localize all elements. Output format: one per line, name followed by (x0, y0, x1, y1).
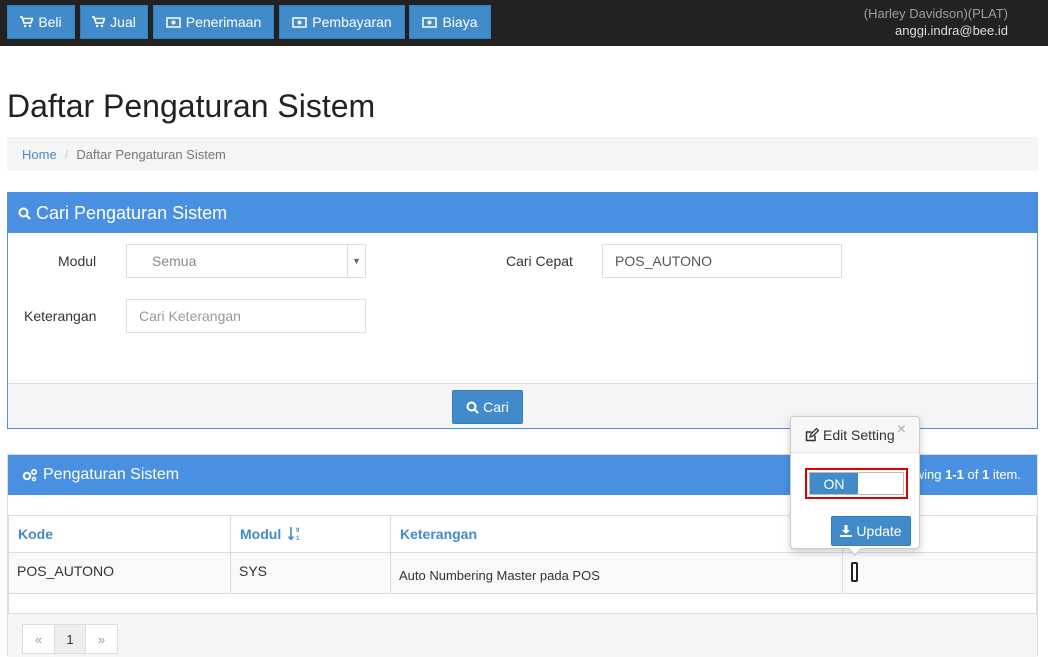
cari-button[interactable]: Cari (452, 390, 523, 424)
svg-text:1: 1 (296, 536, 300, 541)
biaya-label: Biaya (442, 14, 478, 30)
search-icon (18, 207, 31, 220)
money-icon (422, 16, 438, 28)
keterangan-input[interactable]: Cari Keterangan (126, 299, 366, 333)
modul-select[interactable]: Semua ▼ (126, 244, 366, 278)
table-row: POS_AUTONO SYS Auto Numbering Master pad… (8, 552, 1037, 594)
setting-toggle[interactable]: ON (809, 472, 904, 495)
update-button-label: Update (856, 523, 902, 539)
modul-label: Modul (58, 253, 97, 269)
company-name: (Harley Davidson)(PLAT) (863, 6, 1008, 21)
edit-icon (805, 427, 819, 441)
table-row-spacer (8, 593, 1037, 614)
summary-suffix: item. (989, 467, 1021, 482)
cell-action (842, 552, 1037, 594)
cart-icon (92, 16, 106, 28)
summary-range: 1-1 (945, 467, 964, 482)
sort-numeric-icon: 91 (288, 527, 300, 542)
pagination-prev[interactable]: « (22, 624, 55, 654)
biaya-button[interactable]: Biaya (409, 5, 491, 39)
pagination: « 1 » (22, 624, 118, 654)
breadcrumb-home-link[interactable]: Home (22, 147, 57, 162)
cari-cepat-input[interactable]: POS_AUTONO (602, 244, 842, 278)
money-icon (292, 16, 308, 28)
pagination-next[interactable]: » (85, 624, 118, 654)
edit-setting-trigger-icon[interactable] (851, 562, 858, 582)
toggle-highlight: ON (805, 468, 908, 499)
search-panel-title: Cari Pengaturan Sistem (36, 202, 228, 223)
gears-icon (22, 468, 38, 482)
cell-keterangan: Auto Numbering Master pada POS (390, 552, 843, 594)
beli-label: Beli (38, 14, 62, 30)
summary-of: of (963, 467, 982, 482)
cell-modul: SYS (230, 552, 391, 594)
user-info[interactable]: (Harley Davidson)(PLAT) anggi.indra@bee.… (864, 5, 1008, 39)
toggle-on-label: ON (810, 473, 858, 494)
close-icon[interactable]: × (897, 421, 906, 439)
search-panel: Cari Pengaturan Sistem Modul Semua ▼ Car… (7, 192, 1038, 429)
penerimaan-label: Penerimaan (185, 14, 262, 30)
update-button[interactable]: Update (831, 516, 911, 546)
popover-arrow (847, 547, 863, 556)
column-header-keterangan[interactable]: Keterangan (390, 515, 843, 553)
modul-select-value: Semua (152, 253, 197, 269)
svg-text:9: 9 (296, 528, 300, 534)
spacer-cell (8, 593, 1037, 614)
keterangan-label: Keterangan (24, 308, 97, 324)
page-title: Daftar Pengaturan Sistem (7, 88, 376, 124)
edit-setting-popover: Edit Setting × ON Update (790, 416, 920, 556)
pagination-page-1[interactable]: 1 (54, 624, 86, 654)
results-summary: wing 1-1 of 1 item. (915, 467, 1021, 482)
chevron-down-icon: ▼ (347, 245, 365, 277)
cari-button-label: Cari (483, 399, 509, 415)
top-navbar: Beli Jual Penerimaan Pembayaran Biaya (H… (0, 0, 1048, 46)
money-icon (166, 16, 181, 28)
download-icon (840, 525, 853, 537)
breadcrumb-current: Daftar Pengaturan Sistem (76, 146, 226, 162)
pembayaran-label: Pembayaran (312, 14, 392, 30)
jual-label: Jual (110, 14, 136, 30)
cari-cepat-label: Cari Cepat (506, 253, 573, 269)
search-icon (466, 401, 479, 414)
user-email: anggi.indra@bee.id (895, 23, 1008, 38)
cell-kode: POS_AUTONO (8, 552, 231, 594)
search-panel-heading: Cari Pengaturan Sistem (8, 193, 1037, 233)
penerimaan-button[interactable]: Penerimaan (153, 5, 274, 39)
column-header-modul-label: Modul (240, 526, 282, 542)
column-header-kode[interactable]: Kode (8, 515, 231, 553)
beli-button[interactable]: Beli (7, 5, 75, 39)
results-panel-title: Pengaturan Sistem (43, 466, 180, 483)
breadcrumb-separator: / (64, 146, 69, 162)
pembayaran-button[interactable]: Pembayaran (279, 5, 405, 39)
column-header-keterangan-label: Keterangan (400, 526, 478, 542)
column-header-kode-label: Kode (18, 526, 53, 542)
breadcrumb: Home / Daftar Pengaturan Sistem (7, 137, 1038, 171)
pagination-area: « 1 » (8, 613, 1037, 657)
cart-icon (20, 16, 34, 28)
column-header-modul[interactable]: Modul 91 (230, 515, 391, 553)
popover-title-label: Edit Setting (823, 426, 895, 443)
jual-button[interactable]: Jual (80, 5, 148, 39)
